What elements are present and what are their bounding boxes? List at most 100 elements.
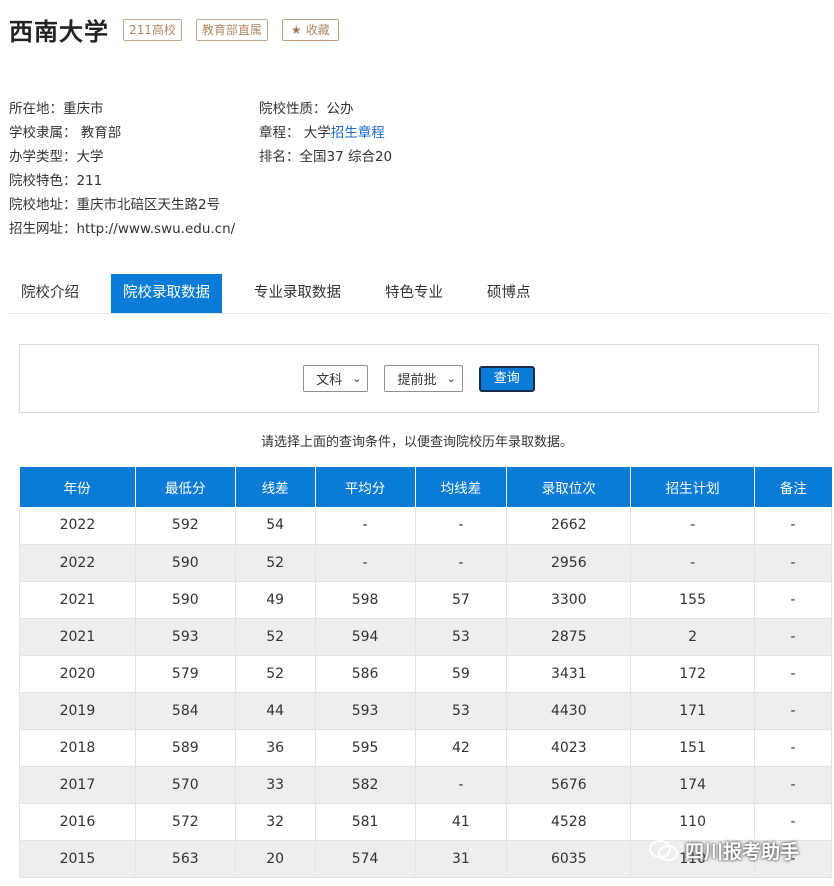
table-cell: -	[415, 766, 508, 804]
table-row: 2022 592 54- -2662- -	[19, 507, 832, 545]
table-cell: 36	[235, 729, 316, 767]
batch-select[interactable]: 提前批 ⌄	[384, 365, 463, 392]
table-cell: -	[754, 507, 832, 545]
table-cell: 572	[135, 803, 236, 841]
table-cell: 57	[415, 581, 508, 619]
table-cell: 2021	[19, 618, 136, 656]
table-row: 2020 579 52 586 59 3431 172-	[19, 655, 832, 693]
header-avg-line-diff: 均线差	[415, 467, 508, 507]
info-affiliation: 学校隶属： 教育部	[9, 125, 122, 141]
table-cell: 579	[135, 655, 236, 693]
table-cell: 4430	[506, 692, 632, 730]
query-hint: 请选择上面的查询条件，以便查询院校历年录取数据。	[260, 435, 573, 450]
university-header: 西南大学 211高校 教育部直属 ★ 收藏	[9, 12, 339, 47]
table-cell: -	[415, 544, 508, 582]
info-left: 所在地：重庆市 学校隶属： 教育部 办学类型：大学 院校特色：211 院校地址：…	[9, 97, 235, 241]
table-cell: 41	[415, 803, 508, 841]
table-cell: 563	[135, 840, 236, 878]
table-cell: 174	[630, 766, 756, 804]
table-cell: 581	[315, 803, 416, 841]
table-cell: 2956	[506, 544, 632, 582]
table-cell: 2017	[19, 766, 136, 804]
wechat-icon	[649, 839, 678, 861]
info-website: 招生网址：http://www.swu.edu.cn/	[9, 221, 236, 237]
table-cell: -	[754, 581, 832, 619]
tag-211: 211高校	[123, 18, 182, 41]
chevron-down-icon: ⌄	[446, 372, 456, 385]
header-note: 备注	[754, 467, 832, 507]
table-cell: 52	[235, 618, 316, 656]
table-cell: 171	[630, 692, 756, 730]
admission-table: 年份 最低分 线差 平均分 均线差 录取位次 招生计划 备注 2022 592 54…	[19, 467, 832, 878]
tab-admission-data[interactable]: 院校录取数据	[111, 274, 222, 313]
watermark: 四川报考助手	[649, 837, 799, 864]
table-cell: 59	[415, 655, 508, 693]
table-header: 年份 最低分 线差 平均分 均线差 录取位次 招生计划 备注	[19, 467, 832, 507]
table-cell: 4023	[506, 729, 632, 767]
table-cell: 2018	[19, 729, 136, 767]
table-cell: -	[754, 766, 832, 804]
query-button[interactable]: 查询	[478, 365, 535, 392]
table-cell: 593	[315, 692, 416, 730]
table-cell: 589	[135, 729, 236, 767]
table-cell: 586	[315, 655, 416, 693]
info-location: 所在地：重庆市	[9, 101, 104, 117]
table-cell: 593	[135, 618, 236, 656]
table-cell: 3431	[506, 655, 632, 693]
table-cell: 20	[235, 840, 316, 878]
table-cell: -	[754, 618, 832, 656]
table-cell: -	[315, 507, 416, 545]
table-cell: 3300	[506, 581, 632, 619]
table-cell: 52	[235, 655, 316, 693]
table-cell: 2019	[19, 692, 136, 730]
tab-graduate-programs[interactable]: 硕博点	[475, 274, 543, 313]
table-cell: 594	[315, 618, 416, 656]
table-cell: 44	[235, 692, 316, 730]
table-cell: 52	[235, 544, 316, 582]
table-cell: 2015	[19, 840, 136, 878]
table-cell: 31	[415, 840, 508, 878]
table-cell: 4528	[506, 803, 632, 841]
table-cell: 582	[315, 766, 416, 804]
header-avg-score: 平均分	[315, 467, 416, 507]
tag-moe: 教育部直属	[195, 18, 268, 41]
tab-featured-majors[interactable]: 特色专业	[373, 274, 455, 313]
table-cell: 595	[315, 729, 416, 767]
table-cell: 151	[630, 729, 756, 767]
table-cell: -	[630, 507, 756, 545]
table-cell: 110	[630, 803, 756, 841]
charter-link[interactable]: 招生章程	[331, 125, 385, 141]
table-row: 2022 590 52- -2956- -	[19, 544, 832, 582]
info-address: 院校地址：重庆市北碚区天生路2号	[9, 197, 221, 213]
table-cell: -	[754, 729, 832, 767]
table-cell: 155	[630, 581, 756, 619]
favorite-button[interactable]: ★ 收藏	[281, 18, 339, 41]
table-cell: -	[754, 803, 832, 841]
table-cell: 33	[235, 766, 316, 804]
header-rank: 录取位次	[506, 467, 632, 507]
table-row: 2019 584 44 593 53 4430 171-	[19, 692, 832, 730]
table-cell: 2016	[19, 803, 136, 841]
tab-bar: 院校介绍 院校录取数据 专业录取数据 特色专业 硕博点	[9, 274, 829, 314]
table-cell: 54	[235, 507, 316, 545]
header-year: 年份	[19, 467, 136, 507]
table-cell: 590	[135, 581, 236, 619]
table-cell: 172	[630, 655, 756, 693]
table-cell: 592	[135, 507, 236, 545]
tab-intro[interactable]: 院校介绍	[9, 274, 91, 313]
table-cell: 570	[135, 766, 236, 804]
tab-major-data[interactable]: 专业录取数据	[242, 274, 353, 313]
info-charter: 章程： 大学招生章程	[259, 125, 385, 141]
table-cell: -	[754, 544, 832, 582]
info-right: 院校性质：公办 章程： 大学招生章程 排名：全国37 综合20	[259, 97, 392, 169]
subject-select[interactable]: 文科 ⌄	[303, 365, 369, 392]
query-panel: 文科 ⌄ 提前批 ⌄ 查询	[19, 344, 819, 413]
watermark-text: 四川报考助手	[685, 841, 800, 863]
header-plan: 招生计划	[630, 467, 756, 507]
header-line-diff: 线差	[235, 467, 316, 507]
table-cell: 574	[315, 840, 416, 878]
table-cell: 590	[135, 544, 236, 582]
info-type: 办学类型：大学	[9, 149, 104, 165]
table-cell: 2	[630, 618, 756, 656]
table-cell: 5676	[506, 766, 632, 804]
